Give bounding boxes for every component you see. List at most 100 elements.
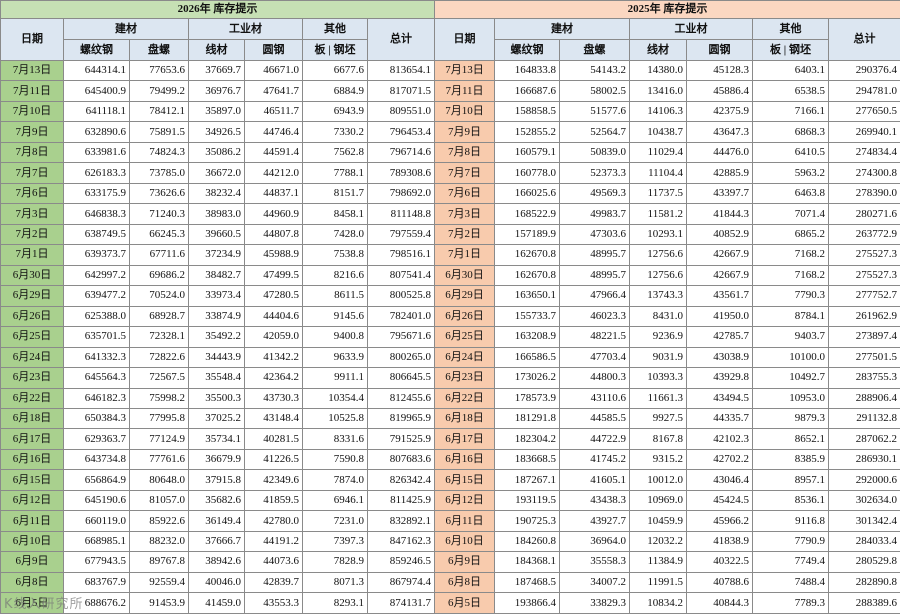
value-cell-2026: 41342.2 — [244, 346, 303, 369]
value-cell-2026: 68928.7 — [129, 305, 189, 328]
value-cell-2025: 11029.4 — [629, 141, 688, 164]
watermark: K线入研究所 — [4, 597, 84, 612]
value-cell-2025: 5963.2 — [752, 162, 830, 184]
value-cell-2025: 7071.4 — [752, 203, 830, 225]
value-cell-2025: 166025.6 — [494, 182, 561, 205]
total-cell-2026: 791525.9 — [366, 428, 436, 450]
value-cell-2025: 7168.2 — [752, 244, 830, 266]
value-cell-2025: 162670.8 — [494, 244, 561, 266]
header-coil-2026: 盘螺 — [129, 39, 189, 61]
total-cell-2026: 859246.5 — [366, 551, 436, 573]
value-cell-2026: 645564.3 — [63, 367, 130, 389]
value-cell-2025: 184260.8 — [494, 530, 561, 553]
value-cell-2026: 92559.4 — [129, 571, 189, 594]
date-cell-2025: 6月22日 — [434, 387, 496, 409]
total-cell-2026: 819965.9 — [366, 407, 436, 430]
table-row: 7月3日 646838.3 71240.3 38983.0 44960.9 8458.1 8… — [0, 203, 900, 225]
title-2026: 2026年 库存提示 — [0, 0, 436, 19]
value-cell-2025: 43397.7 — [686, 182, 754, 205]
value-cell-2025: 8385.9 — [752, 448, 830, 471]
value-cell-2025: 6868.3 — [752, 121, 830, 143]
date-cell-2025: 6月11日 — [434, 510, 496, 532]
date-cell-2026: 6月11日 — [0, 510, 64, 532]
value-cell-2026: 656864.9 — [63, 469, 130, 491]
header-wire-2025: 线材 — [629, 39, 688, 61]
value-cell-2026: 77995.8 — [129, 407, 189, 430]
value-cell-2026: 660119.0 — [63, 510, 130, 532]
value-cell-2026: 38482.7 — [188, 264, 245, 287]
value-cell-2026: 34443.9 — [188, 346, 245, 369]
date-cell-2025: 7月7日 — [434, 162, 496, 184]
value-cell-2026: 641332.3 — [63, 346, 130, 369]
value-cell-2026: 9145.6 — [302, 305, 368, 328]
value-cell-2025: 40852.9 — [686, 223, 754, 246]
value-cell-2025: 52373.3 — [559, 162, 631, 184]
total-cell-2026: 811148.8 — [366, 203, 436, 225]
inventory-table: 2026年 库存提示 2025年 库存提示 日期 建材 工业材 其他 总计 日期… — [0, 0, 900, 614]
table-row: 6月12日 645190.6 81057.0 35682.6 41859.5 6946.1… — [0, 489, 900, 512]
total-cell-2025: 275527.3 — [828, 244, 900, 266]
date-cell-2026: 6月25日 — [0, 326, 64, 348]
value-cell-2025: 11384.9 — [629, 551, 688, 573]
total-cell-2025: 287062.2 — [828, 428, 900, 450]
value-cell-2025: 48995.7 — [559, 244, 631, 266]
value-cell-2025: 14106.3 — [629, 100, 688, 123]
total-cell-2025: 284033.4 — [828, 530, 900, 553]
value-cell-2026: 37025.2 — [188, 407, 245, 430]
value-cell-2025: 58002.5 — [559, 80, 631, 102]
date-cell-2026: 6月12日 — [0, 489, 64, 512]
date-cell-2026: 6月18日 — [0, 407, 64, 430]
value-cell-2025: 42702.2 — [686, 448, 754, 471]
date-cell-2026: 6月23日 — [0, 367, 64, 389]
header-other-2026: 其他 — [302, 18, 368, 40]
value-cell-2026: 36149.4 — [188, 510, 245, 532]
value-cell-2026: 646182.3 — [63, 387, 130, 409]
value-cell-2026: 8151.7 — [302, 182, 368, 205]
header-billet-2026: 钢坯 — [333, 43, 356, 56]
value-cell-2026: 44807.8 — [244, 223, 303, 246]
value-cell-2025: 11581.2 — [629, 203, 688, 225]
value-cell-2026: 33874.9 — [188, 305, 245, 328]
value-cell-2025: 43046.4 — [686, 469, 754, 491]
value-cell-2026: 38983.0 — [188, 203, 245, 225]
value-cell-2025: 48995.7 — [559, 264, 631, 287]
value-cell-2025: 47303.6 — [559, 223, 631, 246]
value-cell-2025: 12756.6 — [629, 244, 688, 266]
value-cell-2025: 40322.5 — [686, 551, 754, 573]
value-cell-2026: 43730.3 — [244, 387, 303, 409]
table-body: 7月13日 644314.1 77653.6 37669.7 46671.0 6677.6… — [0, 59, 900, 614]
value-cell-2025: 10012.0 — [629, 469, 688, 491]
total-cell-2025: 291132.8 — [828, 407, 900, 430]
value-cell-2026: 643734.8 — [63, 448, 130, 471]
value-cell-2025: 35558.3 — [559, 551, 631, 573]
value-cell-2026: 633981.6 — [63, 141, 130, 164]
value-cell-2026: 75891.5 — [129, 121, 189, 143]
value-cell-2025: 43647.3 — [686, 121, 754, 143]
total-cell-2025: 263772.9 — [828, 223, 900, 246]
value-cell-2025: 43561.7 — [686, 285, 754, 307]
value-cell-2026: 77124.9 — [129, 428, 189, 450]
total-cell-2026: 798692.0 — [366, 182, 436, 205]
total-cell-2025: 275527.3 — [828, 264, 900, 287]
total-cell-2025: 282890.8 — [828, 571, 900, 594]
value-cell-2026: 37234.9 — [188, 244, 245, 266]
total-cell-2026: 832892.1 — [366, 510, 436, 532]
header-construction-2026: 建材 — [63, 18, 189, 40]
value-cell-2025: 173026.2 — [494, 367, 561, 389]
value-cell-2026: 44591.4 — [244, 141, 303, 164]
total-cell-2026: 812455.6 — [366, 387, 436, 409]
date-cell-2025: 6月16日 — [434, 448, 496, 471]
value-cell-2025: 10459.9 — [629, 510, 688, 532]
value-cell-2026: 683767.9 — [63, 571, 130, 594]
value-cell-2026: 45988.9 — [244, 244, 303, 266]
total-cell-2025: 283755.3 — [828, 367, 900, 389]
value-cell-2026: 9633.9 — [302, 346, 368, 369]
header-rebar-2026: 螺纹钢 — [63, 39, 130, 61]
value-cell-2026: 37669.7 — [188, 59, 245, 82]
value-cell-2025: 10969.0 — [629, 489, 688, 512]
value-cell-2026: 641118.1 — [63, 100, 130, 123]
value-cell-2026: 73785.0 — [129, 162, 189, 184]
value-cell-2025: 11104.4 — [629, 162, 688, 184]
inventory-sheet: 2026年 库存提示 2025年 库存提示 日期 建材 工业材 其他 总计 日期… — [0, 0, 900, 614]
value-cell-2025: 13416.0 — [629, 80, 688, 102]
